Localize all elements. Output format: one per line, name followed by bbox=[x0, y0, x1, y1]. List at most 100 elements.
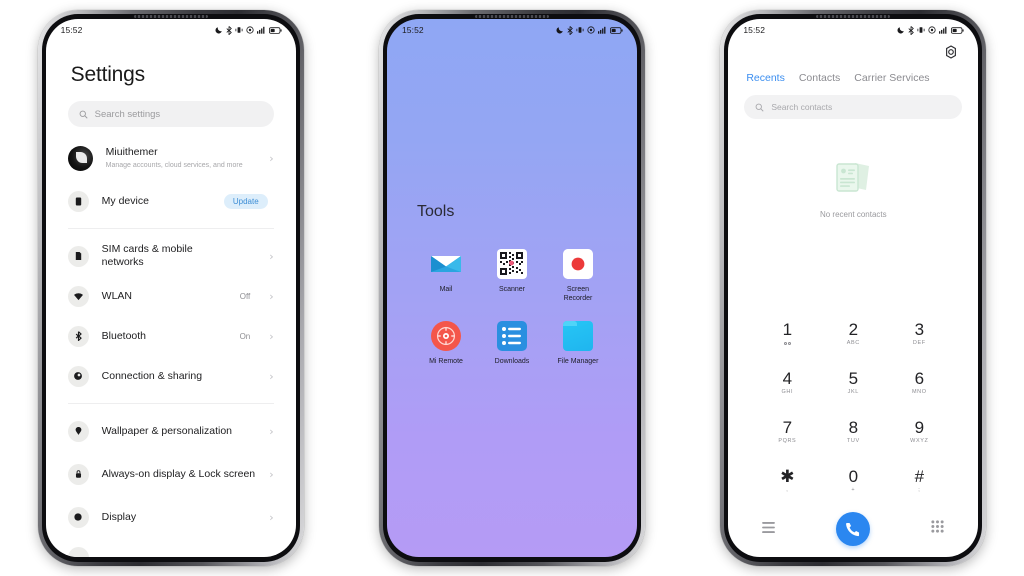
account-subtitle: Manage accounts, cloud services, and mor… bbox=[105, 162, 243, 169]
item-label: My device bbox=[101, 194, 149, 207]
key-number: # bbox=[914, 466, 925, 486]
page-title: Settings bbox=[70, 63, 145, 86]
sidebar-item-wallpaper[interactable]: Wallpaper & personalization › bbox=[46, 411, 296, 451]
key-letters: , bbox=[786, 486, 789, 493]
app-screen-recorder[interactable]: Screen Recorder bbox=[545, 248, 611, 303]
dialpad-key-hash[interactable]: # ; bbox=[886, 460, 952, 501]
chevron-right-icon: › bbox=[269, 369, 274, 383]
app-label: Scanner bbox=[498, 285, 526, 293]
key-number: 7 bbox=[782, 417, 793, 437]
sidebar-item-wlan[interactable]: WLAN Off › bbox=[46, 276, 296, 316]
mail-icon bbox=[430, 249, 461, 279]
key-number: 9 bbox=[914, 417, 925, 437]
sidebar-item-sim-cards[interactable]: SIM cards & mobile networks › bbox=[46, 236, 296, 276]
voicemail-icon bbox=[783, 340, 791, 348]
list-menu-icon[interactable] bbox=[762, 520, 776, 538]
gear-icon[interactable] bbox=[944, 45, 958, 64]
vibrate-icon bbox=[917, 27, 925, 33]
avatar bbox=[67, 145, 93, 171]
status-time: 15:52 bbox=[401, 25, 424, 35]
dialpad-key-3[interactable]: 3 DEF bbox=[886, 313, 952, 354]
dialpad-key-8[interactable]: 8 TUV bbox=[820, 411, 886, 452]
chevron-right-icon: › bbox=[269, 424, 274, 438]
dialpad-key-0[interactable]: 0 + bbox=[820, 460, 886, 501]
no-contacts-illustration bbox=[836, 163, 870, 192]
account-name: Miuithemer bbox=[105, 146, 158, 158]
bluetooth-icon bbox=[908, 25, 915, 35]
app-mi-remote[interactable]: Mi Remote bbox=[413, 320, 479, 366]
dialpad-key-star[interactable]: ✱ , bbox=[754, 460, 820, 501]
battery-icon bbox=[609, 26, 623, 34]
key-letters: GHI bbox=[781, 388, 794, 395]
key-number: ✱ bbox=[780, 466, 795, 486]
sidebar-item-connection-sharing[interactable]: Connection & sharing › bbox=[46, 356, 296, 396]
location-icon bbox=[246, 26, 254, 34]
chevron-right-icon: › bbox=[269, 289, 274, 303]
keypad-grid-icon[interactable] bbox=[931, 520, 944, 538]
connection-icon bbox=[67, 365, 89, 387]
search-settings-input[interactable]: Search settings bbox=[67, 101, 274, 127]
display-icon bbox=[67, 506, 89, 528]
key-number: 6 bbox=[914, 368, 925, 388]
sidebar-item-partial[interactable] bbox=[46, 537, 296, 557]
dialpad-key-5[interactable]: 5 JKL bbox=[820, 362, 886, 403]
key-letters: ABC bbox=[846, 339, 860, 346]
app-file-manager[interactable]: File Manager bbox=[545, 320, 611, 366]
dialpad-key-1[interactable]: 1 bbox=[754, 313, 820, 354]
app-downloads[interactable]: Downloads bbox=[479, 320, 545, 366]
item-label: Display bbox=[101, 510, 137, 523]
folder-container: Tools Mail Scanner Screen Recorder Mi Re… bbox=[387, 19, 637, 557]
update-badge[interactable]: Update bbox=[223, 193, 268, 209]
status-icons bbox=[215, 25, 282, 35]
key-letters: PQRS bbox=[778, 437, 797, 444]
dnd-icon bbox=[215, 27, 222, 34]
app-label: File Manager bbox=[557, 357, 599, 365]
file-manager-icon bbox=[562, 320, 593, 351]
chevron-right-icon: › bbox=[269, 510, 274, 524]
earpiece-speaker bbox=[816, 15, 891, 18]
empty-state: No recent contacts bbox=[728, 63, 978, 313]
dialpad-key-4[interactable]: 4 GHI bbox=[754, 362, 820, 403]
status-bar: 15:52 bbox=[46, 19, 296, 41]
more-icon bbox=[67, 546, 89, 557]
divider bbox=[67, 403, 274, 404]
sidebar-item-bluetooth[interactable]: Bluetooth On › bbox=[46, 316, 296, 356]
key-number: 5 bbox=[848, 368, 859, 388]
item-value: Off bbox=[239, 291, 251, 301]
dialpad-key-2[interactable]: 2 ABC bbox=[820, 313, 886, 354]
settings-list: Miuithemer Manage accounts, cloud servic… bbox=[46, 127, 296, 557]
phone-bezel: 15:52 Recents Contacts Carrier Services … bbox=[724, 14, 983, 562]
sidebar-item-display[interactable]: Display › bbox=[46, 497, 296, 537]
key-letters: WXYZ bbox=[910, 437, 929, 444]
dnd-icon bbox=[556, 27, 563, 34]
call-icon bbox=[846, 522, 860, 537]
call-button[interactable] bbox=[836, 512, 871, 546]
dnd-icon bbox=[897, 27, 905, 34]
sidebar-item-account[interactable]: Miuithemer Manage accounts, cloud servic… bbox=[46, 135, 296, 181]
dialpad-key-9[interactable]: 9 WXYZ bbox=[886, 411, 952, 452]
item-value: On bbox=[239, 331, 251, 341]
phone-icon bbox=[67, 190, 89, 212]
earpiece-speaker bbox=[133, 15, 208, 18]
app-scanner[interactable]: Scanner bbox=[479, 248, 545, 303]
signal-icon bbox=[597, 26, 606, 34]
app-grid: Mail Scanner Screen Recorder Mi Remote D… bbox=[413, 248, 611, 366]
battery-icon bbox=[951, 26, 964, 34]
app-mail[interactable]: Mail bbox=[413, 249, 479, 303]
battery-icon bbox=[268, 26, 282, 34]
key-number: 1 bbox=[782, 319, 793, 339]
status-bar: 15:52 bbox=[387, 19, 637, 41]
dialpad-key-7[interactable]: 7 PQRS bbox=[754, 411, 820, 452]
status-icons bbox=[897, 25, 964, 35]
app-label: Downloads bbox=[494, 357, 530, 365]
signal-icon bbox=[939, 26, 947, 34]
sidebar-item-aod-lockscreen[interactable]: Always-on display & Lock screen › bbox=[46, 451, 296, 497]
sidebar-item-my-device[interactable]: My device Update bbox=[46, 181, 296, 221]
chevron-right-icon: › bbox=[269, 151, 274, 165]
signal-icon bbox=[256, 26, 265, 34]
screenshot-stage: 15:52 Settings Search settings Miuitheme… bbox=[0, 0, 1024, 576]
chevron-right-icon: › bbox=[269, 329, 274, 343]
phone-home: 15:52 Tools Mail Scanner Screen Recorder… bbox=[378, 10, 645, 566]
sim-icon bbox=[67, 245, 89, 267]
dialpad-key-6[interactable]: 6 MNO bbox=[886, 362, 952, 403]
